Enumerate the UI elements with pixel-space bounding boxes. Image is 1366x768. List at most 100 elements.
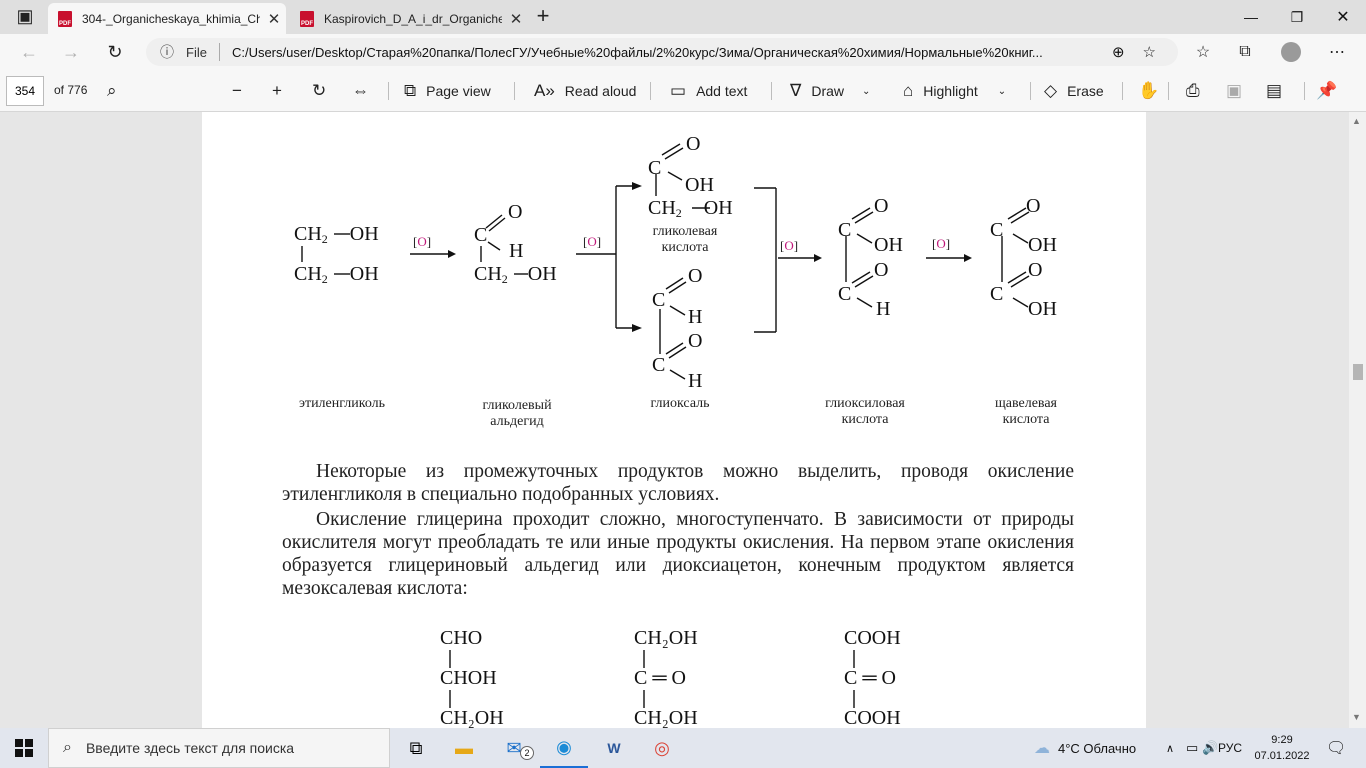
info-icon[interactable]: ⓘ: [160, 42, 174, 62]
forward-arrow-icon[interactable]: →: [56, 38, 86, 66]
favorites-icon[interactable]: ☆: [1188, 38, 1218, 66]
back-arrow-icon[interactable]: ←: [14, 38, 44, 66]
atom-c: C: [990, 219, 1004, 241]
tab-kaspirovich[interactable]: PDF Kaspirovich_D_A_i_dr_Organiche ✕: [290, 3, 528, 34]
highlight-label: Highlight: [923, 83, 978, 99]
favorite-star-icon[interactable]: ☆: [1143, 43, 1156, 61]
add-text-button[interactable]: ▭ Add text: [670, 78, 747, 104]
restore-icon[interactable]: ❐: [1274, 0, 1320, 34]
vertical-scrollbar[interactable]: ▲ ▼: [1349, 112, 1366, 728]
highlight-button[interactable]: ⌂ Highlight ⌄: [903, 78, 1006, 104]
toolbar-divider: [1168, 82, 1169, 100]
search-icon: ⌕: [63, 739, 72, 756]
atom-o: O: [688, 330, 703, 352]
atom-oh: OH: [874, 234, 903, 256]
atom-o: O: [508, 201, 523, 223]
scheme-label: File: [186, 44, 207, 60]
toolbar-divider: [388, 82, 389, 100]
zoom-in-icon[interactable]: +: [272, 78, 292, 104]
refresh-icon[interactable]: ↻: [100, 38, 130, 66]
volume-icon[interactable]: 🔊: [1202, 728, 1218, 768]
save-icon[interactable]: ▣: [1226, 78, 1252, 104]
atom-o: O: [688, 265, 703, 287]
profile-avatar[interactable]: [1276, 38, 1306, 66]
minimize-icon[interactable]: —: [1228, 0, 1274, 34]
mail-badge: 2: [520, 746, 534, 760]
atom-c: C: [648, 157, 662, 179]
tab-organic-chemistry[interactable]: PDF 304-_Organicheskaya_khimia_Ch ✕: [48, 3, 286, 34]
pin-toolbar-icon[interactable]: 📌: [1316, 78, 1347, 104]
formula: CH₂OH: [634, 707, 698, 728]
eraser-icon: ◇: [1044, 81, 1058, 100]
scrollbar-thumb[interactable]: [1353, 364, 1363, 380]
language-indicator[interactable]: РУС: [1218, 728, 1242, 768]
chevron-down-icon[interactable]: ⌄: [998, 86, 1006, 97]
network-icon[interactable]: ▭: [1186, 728, 1198, 768]
address-field[interactable]: ⓘ File C:/Users/user/Desktop/Старая%20па…: [146, 38, 1178, 66]
toolbar-divider: [1030, 82, 1031, 100]
tab-label: 304-_Organicheskaya_khimia_Ch: [82, 11, 260, 26]
oxidant-label: [O]: [780, 238, 799, 253]
draw-button[interactable]: ∇ Draw ⌄: [790, 78, 870, 104]
rotate-icon[interactable]: ↻: [312, 78, 336, 104]
tab-actions-icon[interactable]: ▣: [10, 2, 40, 30]
new-tab-button[interactable]: +: [528, 2, 558, 30]
atom-o: O: [1028, 259, 1043, 281]
save-as-icon[interactable]: ▤: [1266, 78, 1292, 104]
address-divider: [218, 43, 220, 61]
chevron-down-icon[interactable]: ⌄: [862, 86, 870, 97]
scroll-down-icon[interactable]: ▼: [1352, 712, 1361, 722]
cloud-icon: ☁: [1034, 740, 1050, 757]
mail-icon[interactable]: ✉ 2: [490, 728, 538, 768]
windows-start-icon[interactable]: [0, 728, 48, 768]
read-aloud-button[interactable]: A» Read aloud: [534, 78, 636, 104]
touch-icon[interactable]: ✋: [1138, 78, 1169, 104]
task-view-icon[interactable]: ⧉: [392, 728, 440, 768]
atom-o: O: [874, 195, 889, 217]
zoom-out-icon[interactable]: −: [232, 78, 252, 104]
page-view-button[interactable]: ⧉ Page view: [404, 78, 491, 104]
caption-glycol-aldehyde: гликолевый альдегид: [482, 398, 552, 429]
print-icon[interactable]: ⎙: [1186, 78, 1210, 104]
pdf-toolbar: 354 of 776 ⌕ − + ↻ ⇔ ⧉ Page view A» Read a…: [0, 70, 1366, 112]
url-text[interactable]: C:/Users/user/Desktop/Старая%20папка/Пол…: [232, 45, 1102, 60]
close-window-icon[interactable]: ✕: [1320, 0, 1366, 34]
glycol-aldehyde-ch2oh: CH2 OH: [474, 263, 557, 286]
pdf-viewer[interactable]: CH2 OH CH2 OH [O] O C H CH2 OH [O] O C OH C…: [0, 112, 1366, 728]
atom-h: H: [876, 298, 891, 320]
file-explorer-icon[interactable]: ▬: [440, 728, 488, 768]
edge-browser-icon[interactable]: ◉: [540, 728, 588, 768]
highlight-icon: ⌂: [903, 81, 914, 100]
page-number-input[interactable]: 354: [6, 76, 44, 106]
notifications-icon[interactable]: 🗨: [1326, 728, 1346, 768]
paragraph: Окисление глицерина проходит сложно, мно…: [282, 509, 1074, 599]
fit-width-icon[interactable]: ⇔: [352, 78, 379, 104]
word-icon[interactable]: W: [590, 728, 638, 768]
find-icon[interactable]: ⌕: [107, 78, 127, 104]
close-tab-icon[interactable]: ✕: [266, 10, 282, 28]
windows-taskbar: ⌕ Введите здесь текст для поиска ⧉ ▬ ✉ 2 …: [0, 728, 1366, 768]
chrome-icon[interactable]: ◎: [638, 728, 686, 768]
zoom-icon[interactable]: ⊕: [1112, 43, 1125, 61]
more-menu-icon[interactable]: ⋯: [1322, 38, 1352, 66]
formula: CH₂OH: [634, 627, 698, 649]
collections-icon[interactable]: ⧉: [1230, 38, 1260, 66]
atom-oh: OH: [685, 174, 714, 196]
taskbar-search-input[interactable]: ⌕ Введите здесь текст для поиска: [48, 728, 390, 768]
read-aloud-icon: A»: [534, 81, 555, 100]
atom-c: C: [652, 354, 666, 376]
erase-label: Erase: [1067, 83, 1104, 99]
tray-chevron-icon[interactable]: ∧: [1166, 728, 1174, 768]
taskbar-clock[interactable]: 9:29 07.01.2022: [1252, 732, 1312, 764]
close-tab-icon[interactable]: ✕: [508, 10, 524, 28]
weather-widget[interactable]: ☁ 4°C Облачно: [1034, 728, 1136, 768]
atom-c: C: [652, 289, 666, 311]
erase-button[interactable]: ◇ Erase: [1044, 78, 1104, 104]
tab-bar: ▣ PDF 304-_Organicheskaya_khimia_Ch ✕ PD…: [0, 0, 1366, 34]
toolbar-divider: [771, 82, 772, 100]
scroll-up-icon[interactable]: ▲: [1352, 116, 1361, 126]
formula: COOH: [844, 707, 901, 728]
toolbar-divider: [514, 82, 515, 100]
oxidant-label: [O]: [413, 234, 432, 249]
toolbar-divider: [1304, 82, 1305, 100]
